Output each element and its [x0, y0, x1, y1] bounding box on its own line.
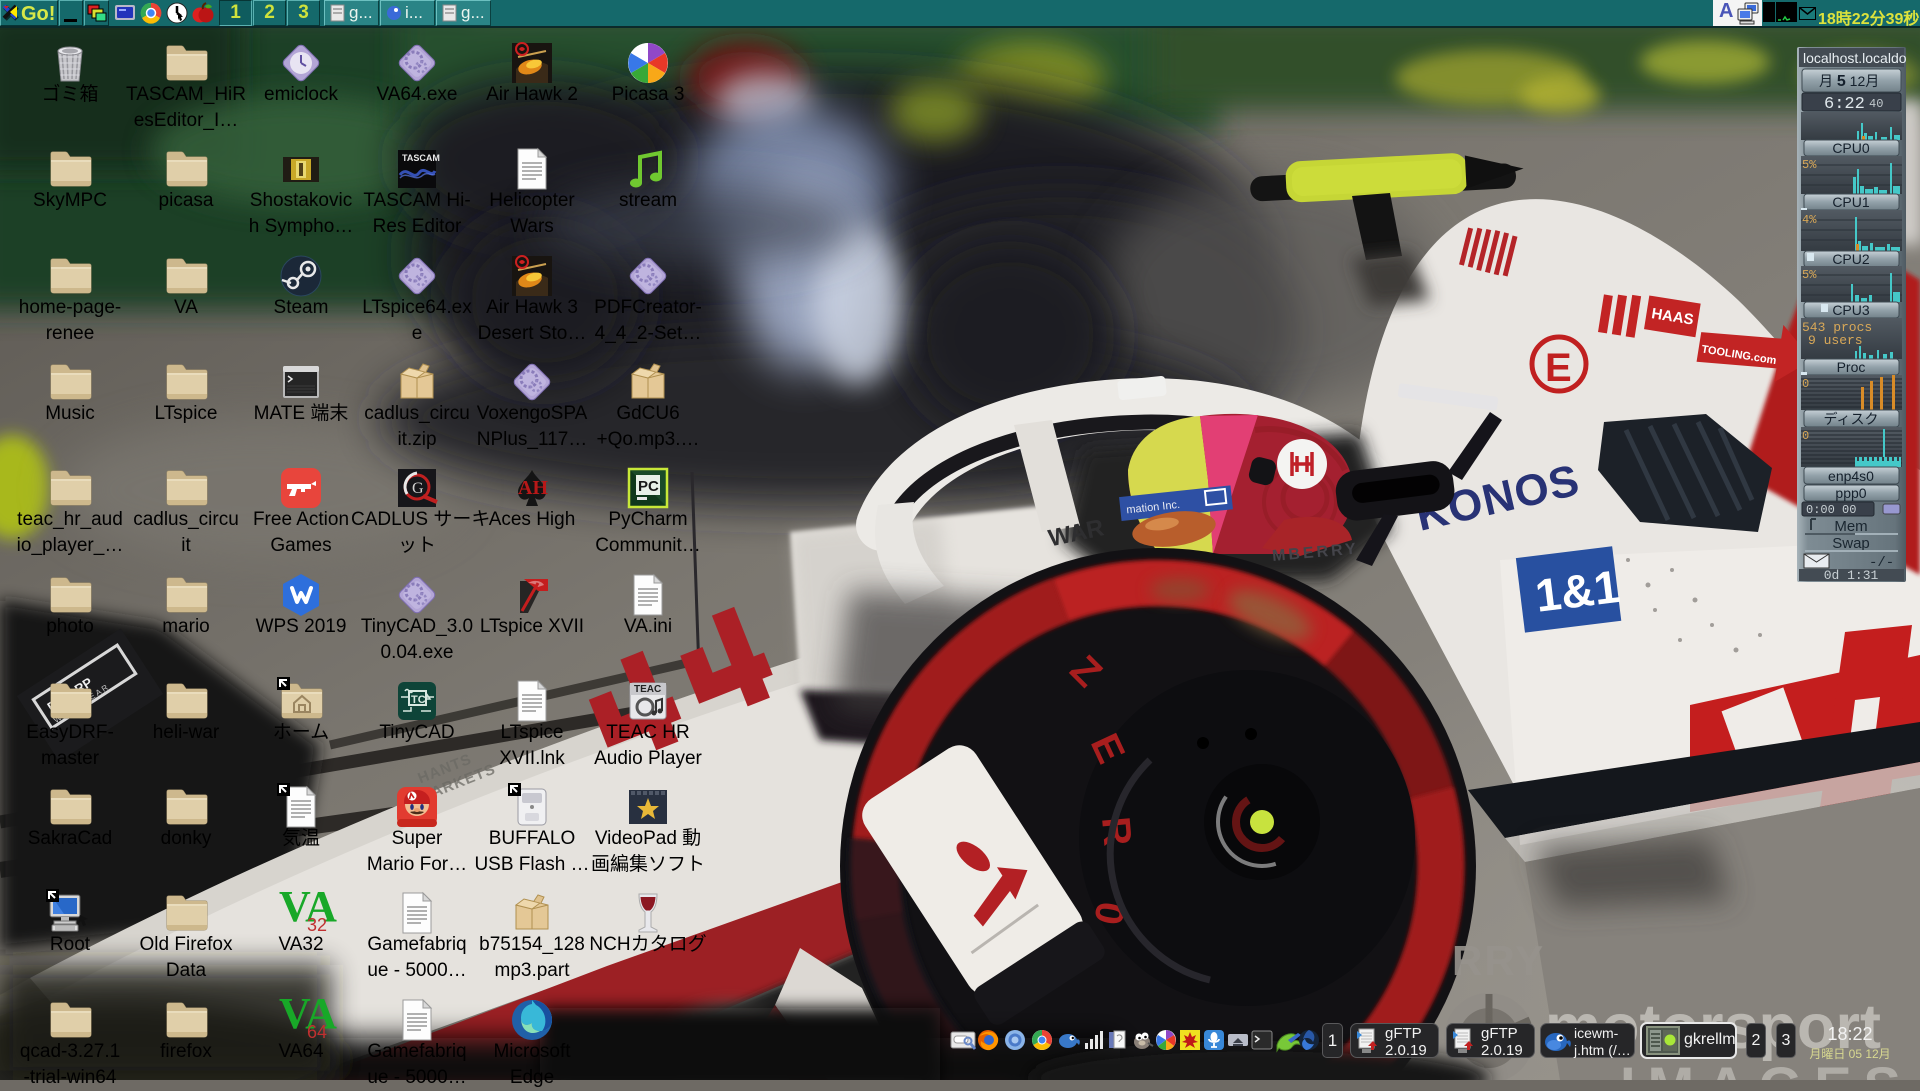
svg-text:localhost.localdo: localhost.localdo: [1803, 50, 1906, 66]
svg-text:E: E: [1545, 346, 1572, 390]
svg-text:5%: 5%: [1802, 158, 1817, 172]
svg-text:CPU1: CPU1: [1832, 194, 1870, 210]
svg-text:5%: 5%: [1802, 268, 1817, 282]
svg-text:RRY: RRY: [1452, 937, 1545, 984]
svg-text:4%: 4%: [1802, 213, 1817, 227]
svg-text:enp4s0: enp4s0: [1828, 468, 1874, 484]
svg-text:ディスク: ディスク: [1823, 411, 1878, 427]
svg-text:0: 0: [1802, 377, 1809, 391]
svg-text:月 5 12月: 月 5 12月: [1819, 73, 1879, 90]
svg-text:1&1: 1&1: [1532, 560, 1622, 622]
svg-text:Mem: Mem: [1834, 518, 1867, 535]
svg-text:CPU0: CPU0: [1832, 140, 1870, 156]
svg-text:0d 1:31: 0d 1:31: [1824, 568, 1879, 582]
svg-text:40: 40: [1869, 97, 1883, 111]
svg-text:CPU3: CPU3: [1832, 302, 1870, 318]
svg-text:6:22: 6:22: [1824, 95, 1865, 114]
svg-text:ppp0: ppp0: [1835, 485, 1866, 501]
svg-text:Swap: Swap: [1832, 535, 1870, 552]
svg-text:0:00 00: 0:00 00: [1806, 503, 1856, 517]
svg-text:9 users: 9 users: [1808, 333, 1863, 348]
svg-text:Go!: Go!: [21, 3, 55, 25]
svg-text:CPU2: CPU2: [1832, 251, 1870, 267]
svg-text:Proc: Proc: [1837, 359, 1866, 375]
svg-text:0: 0: [1802, 429, 1809, 443]
